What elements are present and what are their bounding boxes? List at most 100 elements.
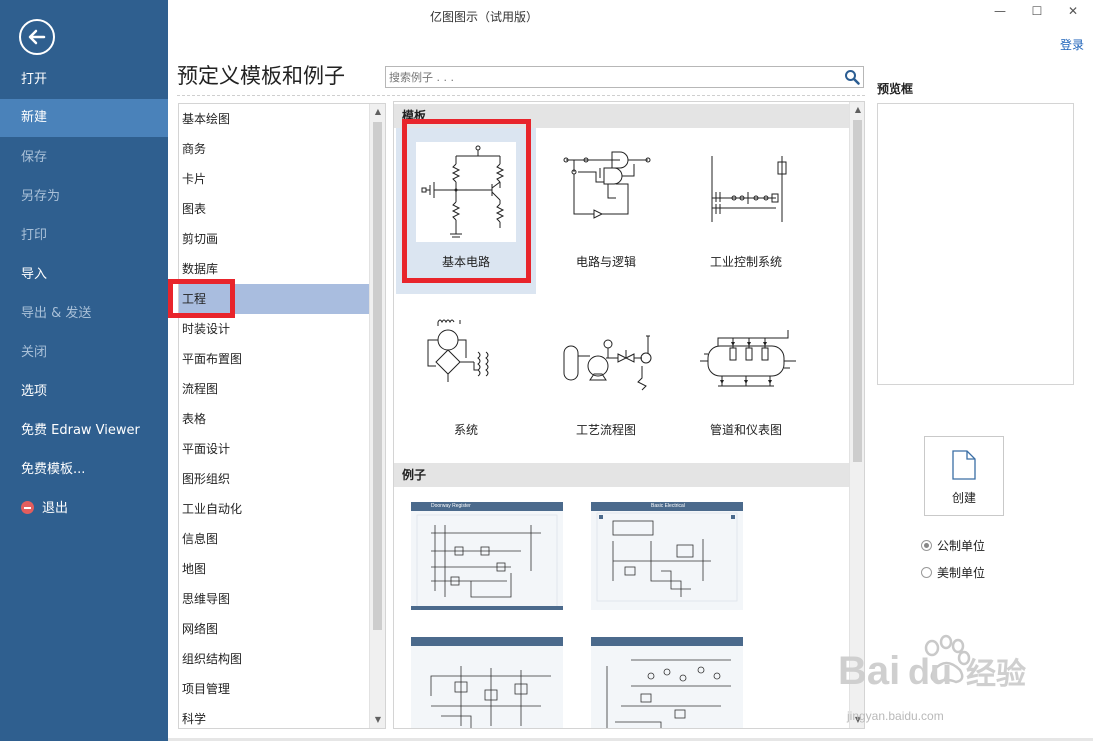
maximize-button[interactable]: ☐ <box>1027 4 1047 20</box>
category-item[interactable]: 数据库 <box>179 254 369 284</box>
template-circuit-logic[interactable]: 电路与逻辑 <box>536 128 676 294</box>
example-card[interactable]: Basic Electrical <box>591 502 743 610</box>
menu-exit-label: 退出 <box>42 501 69 516</box>
template-process-flow[interactable]: 工艺流程图 <box>536 296 676 462</box>
menu-exit[interactable]: 退出 <box>0 490 168 528</box>
category-item[interactable]: 图形组织 <box>179 464 369 494</box>
menu-free-viewer[interactable]: 免费 Edraw Viewer <box>0 412 168 450</box>
example-card[interactable] <box>411 637 563 728</box>
menu-open[interactable]: 打开 <box>0 61 168 99</box>
menu-save-label: 保存 <box>21 150 48 165</box>
page-title: 预定义模板和例子 <box>177 64 345 88</box>
category-item[interactable]: 平面设计 <box>179 434 369 464</box>
category-item[interactable]: 剪切画 <box>179 224 369 254</box>
sidebar: 打开 新建 保存 另存为 打印 导入 导出 & 发送 关闭 选项 免费 Edra… <box>0 0 168 741</box>
scroll-thumb[interactable] <box>373 122 382 630</box>
login-link[interactable]: 登录 <box>1060 36 1084 53</box>
create-label: 创建 <box>951 491 976 505</box>
template-label: 管道和仪表图 <box>709 423 782 437</box>
unit-option-metric[interactable]: 公制单位 <box>921 537 985 554</box>
minimize-icon: — <box>994 4 1006 18</box>
example-title: Doorway Register <box>431 503 471 509</box>
minimize-button[interactable]: — <box>990 4 1010 20</box>
scroll-down-icon[interactable]: ▼ <box>370 712 385 728</box>
pipe-instrument-icon <box>700 330 796 387</box>
menu-open-label: 打开 <box>21 72 48 87</box>
example-diagram-icon <box>430 666 551 728</box>
template-pipe-instrument[interactable]: 管道和仪表图 <box>676 296 816 462</box>
menu-new[interactable]: 新建 <box>0 99 168 137</box>
category-item[interactable]: 卡片 <box>179 164 369 194</box>
category-item[interactable]: 基本绘图 <box>179 104 369 134</box>
menu-import-label: 导入 <box>21 267 48 282</box>
menu-save[interactable]: 保存 <box>0 139 168 177</box>
example-diagram-icon <box>606 659 731 728</box>
category-item[interactable]: 图表 <box>179 194 369 224</box>
menu-close[interactable]: 关闭 <box>0 334 168 372</box>
scroll-up-icon[interactable]: ▲ <box>850 102 864 118</box>
template-pane: 模板 基本电路 电路与逻辑 工业控制系统 系统 工艺流程图 管道和仪表图 例子 … <box>393 101 865 729</box>
category-item[interactable]: 思维导图 <box>179 584 369 614</box>
circuit-logic-icon <box>563 151 651 219</box>
basic-circuit-icon <box>416 142 516 242</box>
examples-section-header: 例子 <box>394 463 849 487</box>
menu-export-send-label: 导出 & 发送 <box>21 306 92 321</box>
category-item[interactable]: 工业自动化 <box>179 494 369 524</box>
unit-option-us[interactable]: 美制单位 <box>921 564 985 581</box>
example-title: Basic Electrical <box>651 503 685 509</box>
menu-save-as[interactable]: 另存为 <box>0 178 168 216</box>
template-industrial-control[interactable]: 工业控制系统 <box>676 128 816 294</box>
category-scrollbar[interactable]: ▲ ▼ <box>369 104 385 728</box>
example-card[interactable]: Doorway Register <box>411 502 563 610</box>
industrial-control-icon <box>711 156 787 222</box>
scroll-up-icon[interactable]: ▲ <box>370 104 385 120</box>
category-item[interactable]: 网络图 <box>179 614 369 644</box>
back-button[interactable] <box>19 19 55 55</box>
menu-save-as-label: 另存为 <box>21 189 61 204</box>
category-item[interactable]: 商务 <box>179 134 369 164</box>
maximize-icon: ☐ <box>1031 4 1043 18</box>
close-icon: ✕ <box>1067 4 1079 18</box>
radio-unchecked-icon[interactable] <box>921 567 932 578</box>
category-item[interactable]: 信息图 <box>179 524 369 554</box>
menu-options[interactable]: 选项 <box>0 373 168 411</box>
category-item[interactable]: 地图 <box>179 554 369 584</box>
menu-free-templates-label: 免费模板... <box>21 462 86 477</box>
menu-new-label: 新建 <box>21 110 48 125</box>
unit-option-label: 美制单位 <box>937 566 986 580</box>
menu-free-templates[interactable]: 免费模板... <box>0 451 168 489</box>
category-item[interactable]: 时装设计 <box>179 314 369 344</box>
search-input[interactable] <box>386 67 826 87</box>
preview-box <box>877 103 1074 385</box>
category-item[interactable]: 组织结构图 <box>179 644 369 674</box>
close-window-button[interactable]: ✕ <box>1063 4 1083 20</box>
category-item[interactable]: 流程图 <box>179 374 369 404</box>
menu-import[interactable]: 导入 <box>0 256 168 294</box>
example-diagram-icon <box>411 514 563 610</box>
radio-checked-icon[interactable] <box>921 540 932 551</box>
example-header-bar <box>591 637 743 646</box>
svg-text:经验: 经验 <box>966 657 1026 691</box>
category-item-engineering[interactable]: 工程 <box>179 284 369 314</box>
scroll-thumb[interactable] <box>853 120 862 462</box>
template-system[interactable]: 系统 <box>396 296 536 462</box>
divider <box>177 95 865 96</box>
search-icon[interactable] <box>844 69 860 85</box>
menu-options-label: 选项 <box>21 384 48 399</box>
exit-icon <box>21 501 34 514</box>
example-header-bar <box>411 637 563 646</box>
window-title: 亿图图示（试用版） <box>430 10 539 24</box>
category-item[interactable]: 平面布置图 <box>179 344 369 374</box>
category-item[interactable]: 项目管理 <box>179 674 369 704</box>
create-button[interactable]: 创建 <box>924 436 1004 516</box>
template-scrollbar[interactable]: ▲ ▼ <box>849 102 864 728</box>
preview-label: 预览框 <box>877 82 914 96</box>
category-item[interactable]: 科学 <box>179 704 369 728</box>
category-item[interactable]: 表格 <box>179 404 369 434</box>
menu-export-send[interactable]: 导出 & 发送 <box>0 295 168 333</box>
example-card[interactable] <box>591 637 743 728</box>
template-basic-circuit[interactable]: 基本电路 <box>396 128 536 294</box>
template-label: 基本电路 <box>441 255 490 269</box>
category-list: 基本绘图 商务 卡片 图表 剪切画 数据库 工程 时装设计 平面布置图 流程图 … <box>178 103 386 729</box>
menu-print[interactable]: 打印 <box>0 217 168 255</box>
